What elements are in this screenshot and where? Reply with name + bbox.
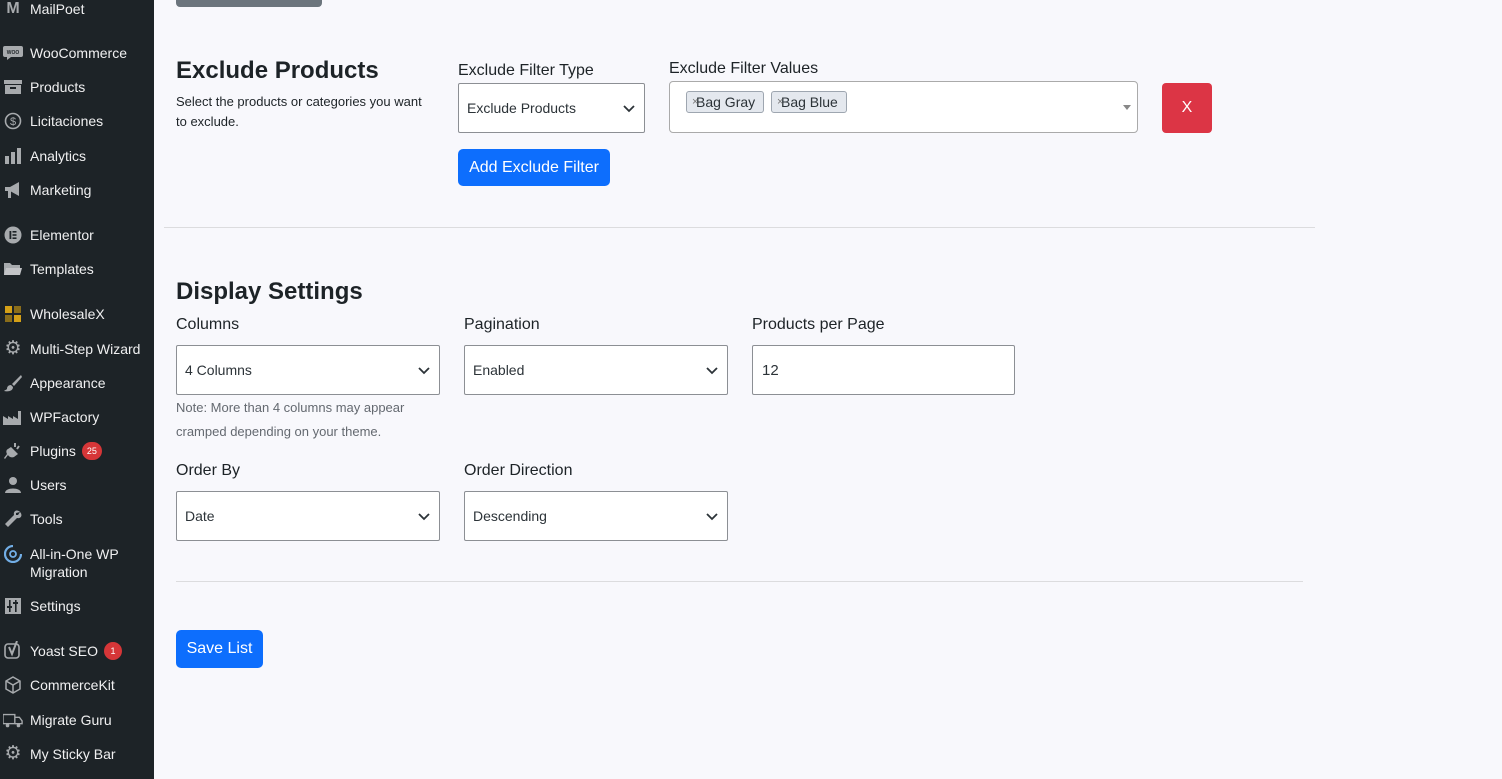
order-by-label: Order By — [176, 462, 241, 479]
dollar-circle-icon: $ — [3, 112, 23, 130]
tag-label: Bag Gray — [696, 94, 756, 110]
sidebar-item-label: Marketing — [30, 182, 92, 198]
svg-text:$: $ — [10, 116, 16, 128]
exclude-filter-values-multiselect[interactable]: × Bag Gray × Bag Blue — [669, 81, 1138, 133]
sidebar-item-label: Appearance — [30, 375, 106, 391]
svg-text:WOO: WOO — [7, 50, 20, 56]
pagination-value: Enabled — [473, 362, 525, 378]
exclude-products-description: Select the products or categories you wa… — [176, 94, 422, 129]
section-divider — [164, 227, 1315, 228]
wholesalex-icon — [3, 305, 23, 323]
columns-note: Note: More than 4 columns may appear cra… — [176, 400, 405, 439]
sidebar-item-label: Plugins 25 — [30, 442, 102, 460]
plug-icon — [3, 442, 23, 460]
sidebar-item-label: Products — [30, 79, 86, 95]
exclude-filter-type-value: Exclude Products — [467, 100, 576, 116]
admin-sidebar: M MailPoet WOO WooCommerce Products $ Li… — [0, 0, 154, 779]
gear-icon: ⚙ — [4, 743, 22, 764]
sidebar-item-label: CommerceKit — [30, 677, 115, 693]
chevron-down-icon — [706, 367, 718, 375]
sliders-icon — [3, 597, 23, 615]
sidebar-item-label: Yoast SEO 1 — [30, 642, 122, 660]
remove-tag-icon[interactable]: × — [692, 92, 698, 112]
columns-label: Columns — [176, 316, 240, 333]
migration-icon — [3, 545, 23, 563]
sidebar-item-label: Licitaciones — [30, 113, 104, 129]
remove-tag-icon[interactable]: × — [777, 92, 783, 112]
main-content: Exclude Products Select the products or … — [154, 0, 1502, 779]
truck-icon — [3, 711, 23, 729]
products-per-page-label: Products per Page — [752, 316, 885, 333]
display-settings-title: Display Settings — [176, 278, 363, 305]
chevron-down-icon — [418, 513, 430, 521]
products-per-page-value: 12 — [762, 361, 779, 379]
sidebar-item-label: Elementor — [30, 227, 94, 243]
yoast-icon — [3, 641, 23, 660]
selected-tag: × Bag Blue — [771, 91, 847, 113]
order-direction-label: Order Direction — [464, 462, 573, 479]
dropdown-caret-icon[interactable] — [1123, 105, 1131, 110]
chevron-down-icon — [623, 105, 635, 113]
pagination-label: Pagination — [464, 316, 540, 333]
sidebar-item-label: Analytics — [30, 148, 87, 164]
section-divider — [176, 581, 1303, 582]
sidebar-item-label: Multi-Step Wizard — [30, 341, 141, 357]
exclude-filter-type-label: Exclude Filter Type — [458, 62, 594, 79]
remove-filter-button[interactable]: X — [1162, 83, 1212, 133]
tag-label: Bag Blue — [781, 94, 838, 110]
update-count-badge: 25 — [81, 442, 102, 460]
products-per-page-input[interactable]: 12 — [752, 345, 1015, 395]
sidebar-item-label: MailPoet — [30, 1, 85, 17]
sidebar-item-label: Users — [30, 477, 67, 493]
sidebar-item-label: My Sticky Bar — [30, 746, 116, 762]
sidebar-item-label: WholesaleX — [30, 306, 105, 322]
order-direction-value: Descending — [473, 508, 547, 524]
megaphone-icon — [3, 181, 23, 199]
woocommerce-icon: WOO — [3, 44, 23, 62]
archive-box-icon — [3, 78, 23, 96]
sidebar-item-label: WPFactory — [30, 409, 100, 425]
order-by-select[interactable]: Date — [176, 491, 440, 541]
pagination-select[interactable]: Enabled — [464, 345, 728, 395]
user-icon — [3, 476, 23, 494]
wrench-icon — [3, 510, 23, 528]
gear-icon: ⚙ — [4, 338, 22, 359]
order-direction-select[interactable]: Descending — [464, 491, 728, 541]
selected-tag: × Bag Gray — [686, 91, 765, 113]
chevron-down-icon — [418, 367, 430, 375]
factory-icon — [3, 408, 23, 426]
notification-badge: 1 — [103, 642, 122, 660]
add-exclude-filter-button[interactable]: Add Exclude Filter — [458, 149, 610, 186]
cube-icon — [3, 676, 23, 694]
previous-section-button[interactable] — [176, 0, 322, 7]
sidebar-item-label: All-in-One WP Migration — [30, 546, 119, 580]
sidebar-item-label: Settings — [30, 598, 81, 614]
columns-value: 4 Columns — [185, 362, 252, 378]
exclude-filter-type-select[interactable]: Exclude Products — [458, 83, 645, 133]
order-by-value: Date — [185, 508, 215, 524]
mailpoet-icon: M — [6, 0, 20, 17]
sidebar-item-label: Migrate Guru — [30, 712, 112, 728]
sidebar-item-label: Tools — [30, 511, 63, 527]
folder-icon — [3, 260, 23, 278]
exclude-products-title: Exclude Products — [176, 57, 379, 84]
sidebar-item-label: WooCommerce — [30, 45, 127, 61]
save-list-button[interactable]: Save List — [176, 630, 263, 668]
elementor-icon — [3, 226, 23, 244]
chevron-down-icon — [706, 513, 718, 521]
columns-select[interactable]: 4 Columns — [176, 345, 440, 395]
paintbrush-icon — [3, 374, 23, 392]
bar-chart-icon — [3, 147, 23, 165]
sidebar-item-label: Templates — [30, 261, 94, 277]
exclude-filter-values-label: Exclude Filter Values — [669, 60, 819, 77]
